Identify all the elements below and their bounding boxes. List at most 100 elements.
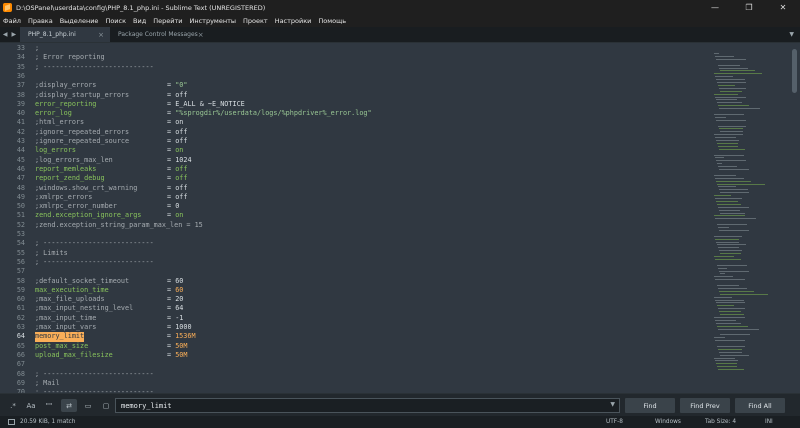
ini-operator: =: [167, 183, 176, 192]
code-line[interactable]: error_log = "%sprogdir%/userdata/logs/%ph…: [35, 109, 372, 118]
minimap-line: [718, 247, 740, 249]
close-icon[interactable]: ×: [198, 31, 204, 39]
code-line[interactable]: ;display_startup_errors = off: [35, 91, 187, 100]
code-line[interactable]: ; Limits: [35, 249, 68, 258]
vertical-scrollbar[interactable]: [790, 43, 800, 393]
code-line[interactable]: ; ---------------------------: [35, 63, 154, 72]
code-line[interactable]: max_execution_time = 60: [35, 286, 183, 295]
line-number: 46: [16, 164, 25, 173]
code-line[interactable]: ;html_errors = on: [35, 118, 183, 127]
minimap-line: [715, 177, 745, 179]
line-number: 66: [16, 350, 25, 359]
minimap-line: [716, 241, 739, 243]
minimap-line: [720, 273, 725, 275]
code-line[interactable]: ;max_input_nesting_level = 64: [35, 304, 183, 313]
in-selection-toggle[interactable]: ▭: [81, 399, 95, 412]
find-input[interactable]: memory_limit ▼: [115, 398, 620, 413]
menu-goto[interactable]: Перейти: [153, 17, 182, 25]
minimap-line: [714, 53, 719, 54]
code-line[interactable]: ; Mail: [35, 379, 60, 388]
code-line[interactable]: ;log_errors_max_len = 1024: [35, 156, 192, 165]
regex-toggle[interactable]: .*: [6, 399, 20, 412]
title-bar: D:\OSPanel\userdata\config\PHP_8.1_php.i…: [0, 0, 800, 15]
find-prev-button[interactable]: Find Prev: [680, 398, 730, 413]
code-line[interactable]: ;max_input_vars = 1000: [35, 323, 192, 332]
tab-package-control-messages[interactable]: Package Control Messages ×: [110, 27, 204, 42]
minimap-line: [714, 195, 731, 197]
code-line[interactable]: ;windows.show_crt_warning = off: [35, 184, 187, 193]
code-line[interactable]: ;xmlrpc_error_number = 0: [35, 202, 179, 211]
menu-help[interactable]: Помощь: [318, 17, 346, 25]
tab-nav-arrows-icon[interactable]: ◀ ▶: [0, 27, 20, 42]
code-line[interactable]: ;max_input_time = -1: [35, 314, 183, 323]
code-line[interactable]: ;display_errors = "0": [35, 81, 187, 90]
code-line[interactable]: ;zend.exception_string_param_max_len = 1…: [35, 221, 203, 230]
ini-comment: ;display_errors: [35, 81, 97, 90]
line-number: 40: [16, 109, 25, 118]
case-sensitive-toggle[interactable]: Aa: [24, 399, 38, 412]
code-line[interactable]: error_reporting = E_ALL & ~E_NOTICE: [35, 100, 245, 109]
close-icon[interactable]: ×: [98, 31, 104, 39]
code-line[interactable]: report_memleaks = off: [35, 165, 187, 174]
minimap-line: [720, 354, 750, 356]
chevron-down-icon[interactable]: ▼: [789, 31, 794, 38]
minimap-line: [717, 345, 746, 347]
code-line[interactable]: ; ---------------------------: [35, 239, 154, 248]
minimap-line: [716, 302, 746, 304]
ini-operator: =: [167, 285, 176, 294]
menu-project[interactable]: Проект: [243, 17, 268, 25]
maximize-button[interactable]: ❐: [732, 0, 766, 15]
code-line[interactable]: ; ---------------------------: [35, 258, 154, 267]
ini-value: 50M: [175, 350, 188, 359]
editor-area[interactable]: 33 34 35 36 37 38 39 40 41 42 43 44 45 46 47 48 49 50 51 52…: [0, 43, 800, 393]
code-line[interactable]: memory_limit = 1536M: [35, 332, 196, 342]
code-line[interactable]: ;: [35, 44, 39, 53]
minimap-line: [715, 319, 737, 321]
minimap-line: [714, 276, 734, 278]
line-endings-status[interactable]: Windows: [655, 419, 681, 425]
menu-tools[interactable]: Инструменты: [189, 17, 236, 25]
code-line[interactable]: ; ---------------------------: [35, 370, 154, 379]
ini-operator: =: [167, 146, 176, 155]
close-button[interactable]: ✕: [766, 0, 800, 15]
minimap-line: [720, 334, 751, 336]
minimap-line: [716, 99, 738, 101]
status-bar: 20.59 KiB, 1 match UTF-8 Windows Tab Siz…: [0, 416, 800, 428]
menu-selection[interactable]: Выделение: [60, 17, 99, 25]
ini-comment: ;default_socket_timeout: [35, 276, 130, 285]
code-line[interactable]: ; Error reporting: [35, 53, 105, 62]
code-line[interactable]: ;ignore_repeated_source = off: [35, 137, 187, 146]
menu-edit[interactable]: Правка: [28, 17, 53, 25]
wrap-toggle[interactable]: ⇄: [61, 399, 77, 412]
code-line[interactable]: ;ignore_repeated_errors = off: [35, 128, 187, 137]
file-info: 20.59 KiB, 1 match: [20, 419, 76, 425]
chevron-down-icon[interactable]: ▼: [610, 401, 615, 408]
panel-toggle-icon[interactable]: [8, 419, 15, 425]
tab-size-status[interactable]: Tab Size: 4: [705, 419, 736, 425]
code-line[interactable]: ;xmlrpc_errors = off: [35, 193, 187, 202]
code-line[interactable]: upload_max_filesize = 50M: [35, 351, 187, 360]
minimap-line: [719, 108, 760, 110]
code-line[interactable]: ;default_socket_timeout = 60: [35, 277, 183, 286]
code-line[interactable]: zend.exception_ignore_args = on: [35, 211, 183, 220]
ini-comment: ; ---------------------------: [35, 239, 154, 248]
minimize-button[interactable]: —: [698, 0, 732, 15]
minimap[interactable]: [708, 43, 788, 393]
menu-find[interactable]: Поиск: [105, 17, 126, 25]
encoding-status[interactable]: UTF-8: [606, 419, 623, 425]
minimap-line: [718, 369, 744, 371]
code-line[interactable]: post_max_size = 50M: [35, 342, 187, 351]
find-all-button[interactable]: Find All: [735, 398, 785, 413]
syntax-status[interactable]: INI: [765, 419, 773, 425]
tab-php-ini[interactable]: PHP_8.1_php.ini ×: [20, 27, 110, 42]
menu-view[interactable]: Вид: [133, 17, 146, 25]
scrollbar-thumb[interactable]: [792, 49, 797, 93]
code-line[interactable]: ;max_file_uploads = 20: [35, 295, 183, 304]
menu-file[interactable]: Файл: [3, 17, 21, 25]
whole-word-toggle[interactable]: "": [42, 399, 56, 412]
code-line[interactable]: report_zend_debug = off: [35, 174, 187, 183]
find-button[interactable]: Find: [625, 398, 675, 413]
highlight-matches-toggle[interactable]: ▢: [99, 399, 113, 412]
menu-preferences[interactable]: Настройки: [275, 17, 312, 25]
code-line[interactable]: log_errors = on: [35, 146, 183, 155]
